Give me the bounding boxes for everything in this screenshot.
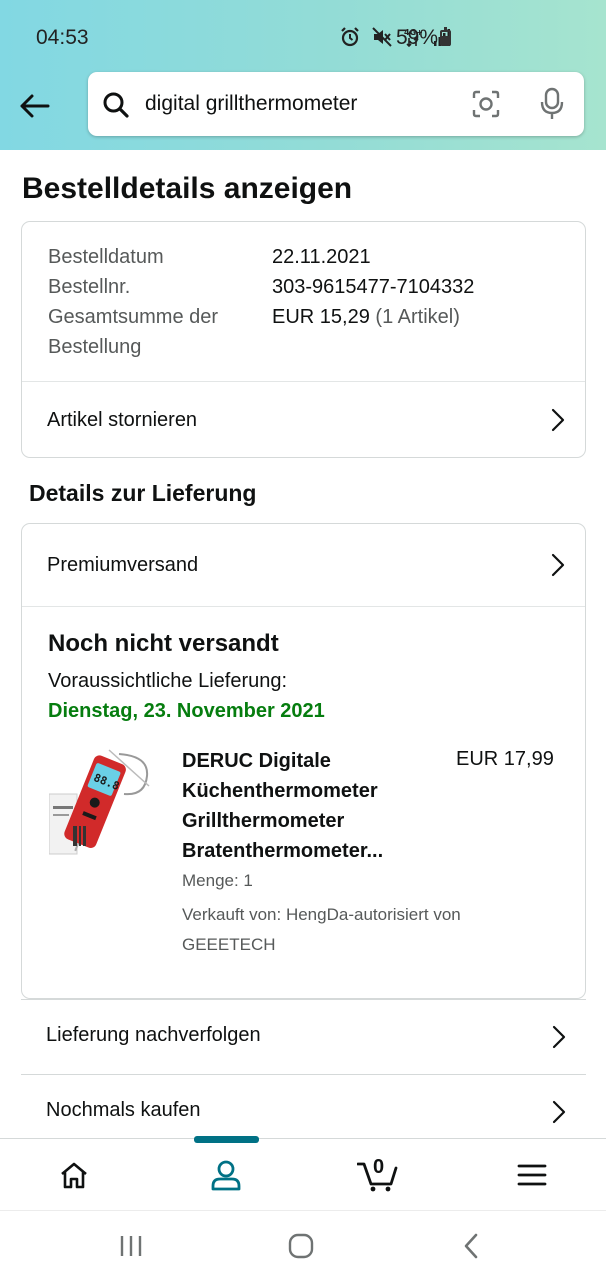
- product-image[interactable]: 88.8: [49, 746, 159, 858]
- search-input[interactable]: digital grillthermometer: [145, 92, 357, 116]
- menu-icon: [517, 1164, 547, 1186]
- back-arrow-icon: [20, 94, 50, 118]
- microphone-icon[interactable]: [540, 87, 564, 121]
- delivery-section-title: Details zur Lieferung: [29, 480, 257, 506]
- home-icon: [61, 1162, 87, 1189]
- search-icon[interactable]: [102, 91, 130, 119]
- page-title: Bestelldetails anzeigen: [22, 172, 353, 205]
- nav-menu[interactable]: [472, 1139, 592, 1211]
- delivery-card: Premiumversand Noch nicht versandt Vorau…: [21, 523, 586, 999]
- chevron-right-icon: [551, 408, 565, 432]
- camera-scan-icon[interactable]: [472, 90, 500, 118]
- order-total-amount: EUR 15,29: [272, 306, 370, 328]
- product-title-line: DERUC Digitale: [182, 750, 331, 772]
- status-time: 04:53: [36, 26, 89, 49]
- header-area: 04:53 4G+ 59% digital grillthermometer: [0, 0, 606, 150]
- order-date-value: 22.11.2021: [272, 246, 371, 268]
- buy-again-label: Nochmals kaufen: [46, 1099, 201, 1121]
- divider: [22, 606, 585, 607]
- buy-again-row[interactable]: Nochmals kaufen: [21, 1074, 586, 1148]
- order-total-label-cont: Bestellung: [48, 336, 142, 358]
- cart-count-badge: 0: [373, 1156, 385, 1178]
- status-bar: 04:53 4G+ 59%: [0, 0, 606, 72]
- product-quantity: Menge: 1: [182, 871, 253, 890]
- recent-apps-icon[interactable]: [118, 1233, 144, 1259]
- system-navigation-bar: [0, 1210, 606, 1280]
- product-title-line: Küchenthermometer: [182, 780, 378, 802]
- product-title-line: Grillthermometer: [182, 810, 345, 832]
- order-number-value: 303-9615477-7104332: [272, 276, 475, 298]
- order-total-label: Gesamtsumme der: [48, 306, 219, 328]
- account-icon: [211, 1160, 241, 1191]
- nav-account[interactable]: [166, 1139, 286, 1211]
- battery-percent: 59%: [396, 26, 439, 49]
- bottom-navigation: 0: [0, 1136, 606, 1211]
- seller-line: Verkauft von: HengDa-autorisiert von: [182, 905, 461, 924]
- seller-line: GEEETECH: [182, 935, 276, 954]
- chevron-right-icon: [552, 1025, 566, 1049]
- cancel-items-label: Artikel stornieren: [47, 408, 198, 431]
- mute-icon: [372, 27, 392, 47]
- order-date-label: Bestelldatum: [48, 246, 164, 268]
- product-seller: Verkauft von: HengDa-autorisiert von GEE…: [182, 900, 542, 960]
- eta-date: Dienstag, 23. November 2021: [48, 700, 325, 722]
- product-title-line: Bratenthermometer...: [182, 840, 384, 862]
- shipping-method-row[interactable]: Premiumversand: [22, 524, 585, 606]
- track-delivery-row[interactable]: Lieferung nachverfolgen: [21, 999, 586, 1073]
- battery-icon: [440, 27, 451, 46]
- system-back-icon[interactable]: [462, 1233, 480, 1259]
- shipment-status: Noch nicht versandt: [48, 630, 279, 657]
- back-button[interactable]: [14, 88, 54, 124]
- eta-label: Voraussichtliche Lieferung:: [48, 670, 288, 692]
- chevron-right-icon: [551, 553, 565, 577]
- order-number-label: Bestellnr.: [48, 276, 131, 298]
- order-total-value: EUR 15,29 (1 Artikel): [272, 306, 460, 329]
- home-button-icon[interactable]: [288, 1233, 314, 1259]
- order-item-count: (1 Artikel): [375, 306, 460, 328]
- shipping-method-label: Premiumversand: [47, 553, 199, 576]
- chevron-right-icon: [552, 1100, 566, 1124]
- product-title[interactable]: DERUC Digitale Küchenthermometer Grillth…: [182, 746, 432, 866]
- nav-home[interactable]: [14, 1139, 134, 1211]
- order-summary-card: Bestelldatum 22.11.2021 Bestellnr. 303-9…: [21, 221, 586, 458]
- cancel-items-row[interactable]: Artikel stornieren: [22, 382, 585, 458]
- alarm-icon: [341, 27, 359, 47]
- track-delivery-label: Lieferung nachverfolgen: [46, 1024, 261, 1046]
- search-bar[interactable]: digital grillthermometer: [88, 72, 584, 136]
- product-price: EUR 17,99: [456, 748, 554, 770]
